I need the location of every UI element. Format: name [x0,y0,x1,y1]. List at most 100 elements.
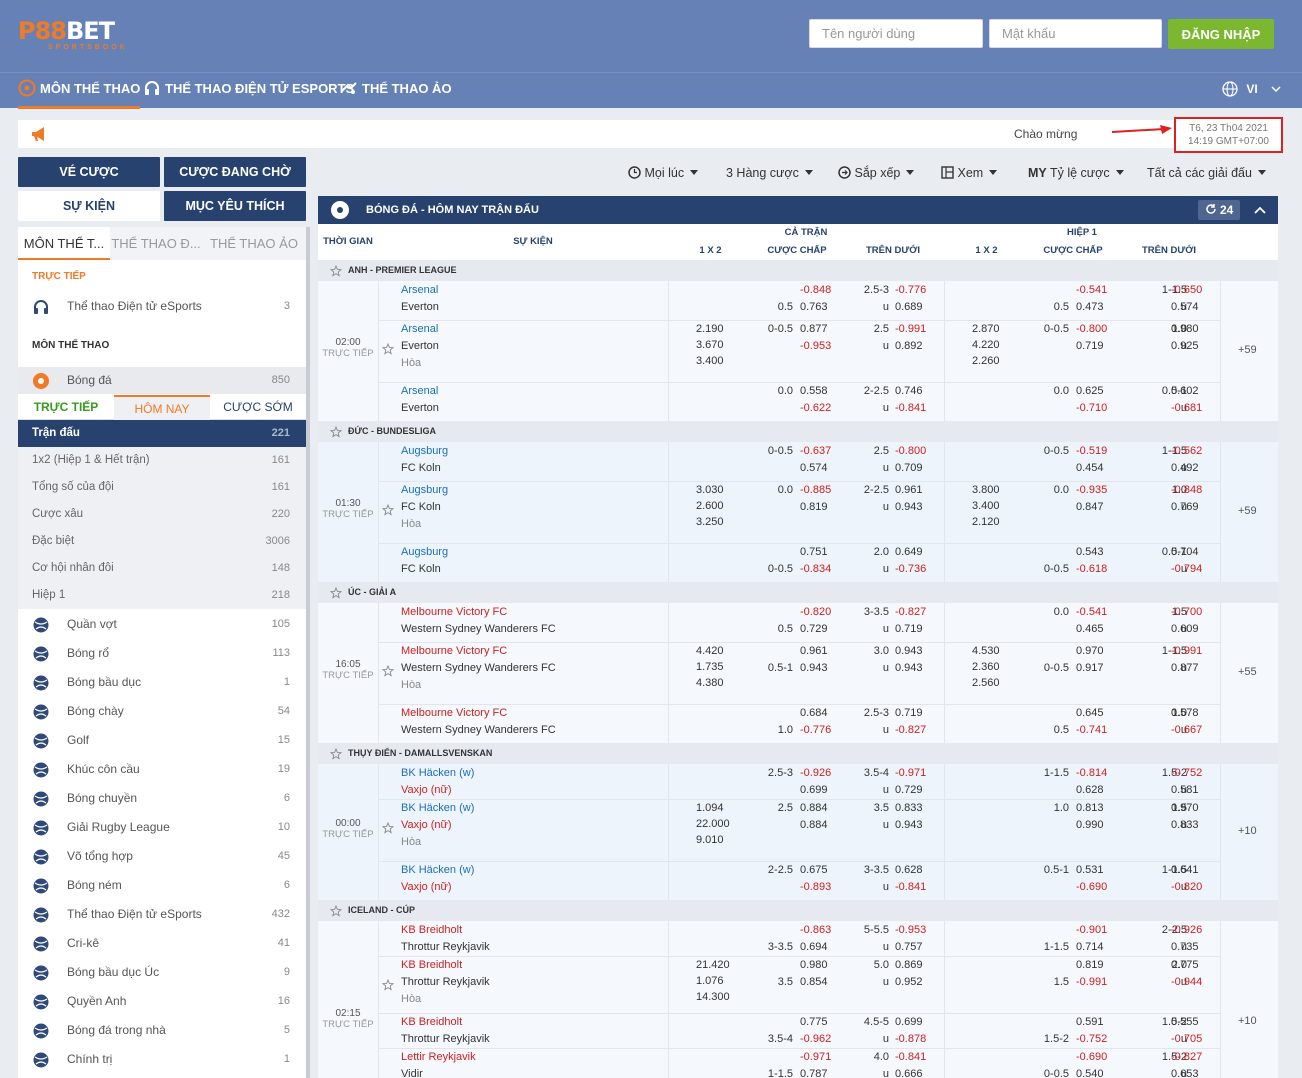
odds-1x2[interactable]: 4.420 [696,645,724,657]
odds-1x2[interactable]: 3.670 [696,339,724,351]
total-odds[interactable]: -0.827 [895,724,926,736]
total-odds[interactable]: 0.943 [895,645,923,657]
h1-total-odds[interactable]: 0.578 [1171,707,1199,719]
total-odds[interactable]: 0.666 [895,1068,923,1078]
sidebar-item-sport[interactable]: Bóng đá trong nhà 5 [18,1017,306,1044]
away-team[interactable]: Throttur Reykjavik [401,941,490,953]
market-item[interactable]: Cơ hội nhân đôi 148 [18,555,306,582]
h1-total-odds[interactable]: 0.602 [1171,385,1199,397]
odds-h1-1x2[interactable]: 2.260 [972,355,1000,367]
handicap-odds[interactable]: 0.877 [800,323,828,335]
home-team[interactable]: BK Häcken (w) [401,864,474,876]
sidebar-item-sport[interactable]: Võ tổng hợp 45 [18,843,306,870]
h1-handicap-odds[interactable]: 0.591 [1076,1016,1104,1028]
tab-esports[interactable]: THỂ THAO Đ... [110,227,202,260]
home-team[interactable]: KB Breidholt [401,924,462,936]
away-team[interactable]: Western Sydney Wanderers FC [401,662,556,674]
market-item[interactable]: 1x2 (Hiệp 1 & Hết trận) 161 [18,447,306,474]
away-team[interactable]: Throttur Reykjavik [401,1033,490,1045]
home-team[interactable]: BK Häcken (w) [401,802,474,814]
away-team[interactable]: Everton [401,402,439,414]
h1-total-odds[interactable]: 0.492 [1171,462,1199,474]
market-item[interactable]: Tổng số của đội 161 [18,474,306,501]
h1-handicap-odds[interactable]: 0.813 [1076,802,1104,814]
sort-filter[interactable]: Sắp xếp [838,166,915,180]
h1-handicap-odds[interactable]: -0.519 [1076,445,1107,457]
total-odds[interactable]: 0.961 [895,484,923,496]
h1-total-odds[interactable]: 0.833 [1171,819,1199,831]
h1-total-odds[interactable]: -0.562 [1171,445,1202,457]
total-odds[interactable]: 0.892 [895,340,923,352]
h1-total-odds[interactable]: -0.667 [1171,724,1202,736]
handicap-odds[interactable]: -0.962 [800,1033,831,1045]
total-odds[interactable]: 0.869 [895,959,923,971]
odds-h1-1x2[interactable]: 3.800 [972,484,1000,496]
h1-handicap-odds[interactable]: 0.714 [1076,941,1104,953]
tab-live[interactable]: TRỰC TIẾP [18,395,114,420]
sidebar-item-sport[interactable]: Bóng bầu dục 1 [18,669,306,696]
total-odds[interactable]: 0.746 [895,385,923,397]
collapse-icon[interactable] [1254,206,1266,214]
odds-filter[interactable]: MY Tỷ lệ cược [1028,166,1124,180]
total-odds[interactable]: -0.991 [895,323,926,335]
tab-today[interactable]: HÔM NAY [114,395,210,420]
handicap-odds[interactable]: -0.926 [800,767,831,779]
total-odds[interactable]: 0.833 [895,802,923,814]
home-team[interactable]: BK Häcken (w) [401,767,474,779]
password-input[interactable] [989,19,1162,48]
nav-sports[interactable]: MÔN THỂ THAO [18,73,141,109]
home-team[interactable]: Augsburg [401,484,448,496]
total-odds[interactable]: 0.719 [895,707,923,719]
sidebar-item-sport[interactable]: Bóng ném 6 [18,872,306,899]
h1-total-odds[interactable]: 0.735 [1171,941,1199,953]
total-odds[interactable]: 0.729 [895,784,923,796]
view-filter[interactable]: Xem [941,166,998,180]
star-icon[interactable] [381,821,395,837]
sidebar-item-sport[interactable]: Cri-kê 41 [18,930,306,957]
handicap-odds[interactable]: 0.884 [800,819,828,831]
h1-handicap-odds[interactable]: 0.719 [1076,340,1104,352]
h1-handicap-odds[interactable]: 0.543 [1076,546,1104,558]
h1-total-odds[interactable]: 0.609 [1171,623,1199,635]
bet-slip-button[interactable]: VÉ CƯỢC [18,157,160,187]
h1-total-odds[interactable]: -0.700 [1171,606,1202,618]
h1-handicap-odds[interactable]: 0.970 [1076,645,1104,657]
handicap-odds[interactable]: 0.558 [800,385,828,397]
handicap-odds[interactable]: -0.953 [800,340,831,352]
handicap-odds[interactable]: -0.622 [800,402,831,414]
market-item[interactable]: Cược xâu 220 [18,501,306,528]
sidebar-item-sport[interactable]: Khúc côn cầu 19 [18,756,306,783]
tab-sports[interactable]: MÔN THỂ T... [18,227,110,260]
h1-total-odds[interactable]: -0.827 [1171,1051,1202,1063]
sidebar-item-sport[interactable]: Giải Rugby League 10 [18,814,306,841]
sidebar-item-live-esports[interactable]: Thể thao Điện tử eSports 3 [18,293,306,320]
away-team[interactable]: Throttur Reykjavik [401,976,490,988]
h1-total-odds[interactable]: -0.705 [1171,1033,1202,1045]
total-odds[interactable]: 0.943 [895,501,923,513]
odds-1x2[interactable]: 2.600 [696,500,724,512]
total-odds[interactable]: 0.699 [895,1016,923,1028]
h1-total-odds[interactable]: 0.653 [1171,1068,1199,1078]
sidebar-item-sport[interactable]: Bóng chuyền 6 [18,785,306,812]
h1-handicap-odds[interactable]: -0.710 [1076,402,1107,414]
away-team[interactable]: FC Koln [401,462,441,474]
h1-total-odds[interactable]: 0.704 [1171,546,1199,558]
handicap-odds[interactable]: -0.863 [800,924,831,936]
more-markets-link[interactable]: +10 [1238,825,1257,837]
market-item[interactable]: Hiệp 1 218 [18,582,306,609]
h1-handicap-odds[interactable]: 0.540 [1076,1068,1104,1078]
odds-1x2[interactable]: 22.000 [696,818,730,830]
h1-total-odds[interactable]: 0.980 [1171,323,1199,335]
odds-1x2[interactable]: 14.300 [696,991,730,1003]
h1-handicap-odds[interactable]: -0.541 [1076,606,1107,618]
away-team[interactable]: Western Sydney Wanderers FC [401,623,556,635]
total-odds[interactable]: -0.827 [895,606,926,618]
h1-handicap-odds[interactable]: 0.990 [1076,819,1104,831]
h1-total-odds[interactable]: 0.641 [1171,864,1199,876]
more-markets-link[interactable]: +59 [1238,505,1257,517]
odds-1x2[interactable]: 1.735 [696,661,724,673]
h1-total-odds[interactable]: 0.775 [1171,959,1199,971]
odds-h1-1x2[interactable]: 2.560 [972,677,1000,689]
odds-1x2[interactable]: 2.190 [696,323,724,335]
h1-handicap-odds[interactable]: 0.628 [1076,784,1104,796]
